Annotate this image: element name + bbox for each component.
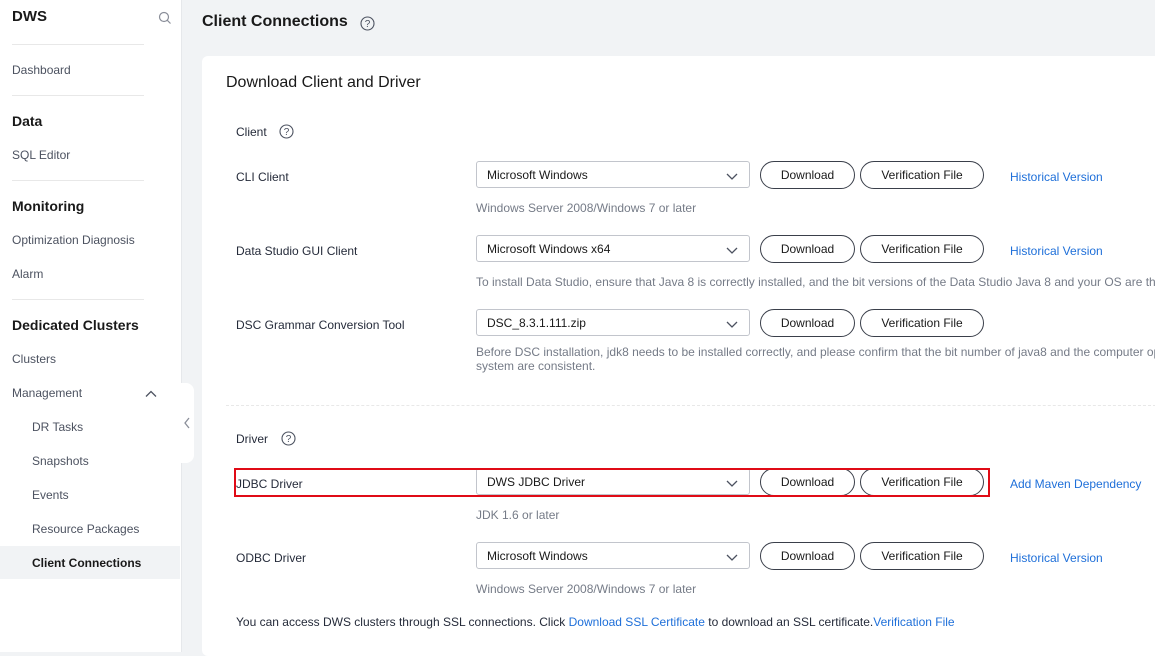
- ssl-verification-file-link[interactable]: Verification File: [873, 615, 954, 629]
- svg-text:?: ?: [365, 19, 371, 30]
- sidebar-item-events[interactable]: Events: [32, 488, 69, 502]
- data-studio-historical-version-link[interactable]: Historical Version: [1010, 244, 1103, 258]
- sidebar-collapse-handle[interactable]: [180, 383, 194, 463]
- dsc-verification-button[interactable]: Verification File: [860, 309, 984, 337]
- page-title: Client Connections: [202, 13, 348, 30]
- jdbc-add-maven-dependency-link[interactable]: Add Maven Dependency: [1010, 477, 1141, 491]
- odbc-download-button[interactable]: Download: [760, 542, 855, 570]
- divider: [12, 44, 144, 45]
- sidebar-item-resource-packages[interactable]: Resource Packages: [32, 522, 139, 536]
- chevron-down-icon: [726, 551, 738, 565]
- row-label-cli-client: CLI Client: [236, 170, 289, 184]
- dsc-hint-line2: system are consistent.: [476, 359, 596, 373]
- ssl-note: You can access DWS clusters through SSL …: [236, 615, 955, 629]
- sidebar-title: DWS: [12, 8, 47, 25]
- row-label-dsc-tool: DSC Grammar Conversion Tool: [236, 318, 405, 332]
- odbc-verification-button[interactable]: Verification File: [860, 542, 984, 570]
- sidebar-item-dashboard[interactable]: Dashboard: [12, 63, 71, 77]
- sidebar-item-management[interactable]: Management: [12, 386, 82, 400]
- cli-client-download-button[interactable]: Download: [760, 161, 855, 189]
- help-icon[interactable]: ?: [281, 431, 296, 449]
- section-label-client: Client: [236, 125, 267, 139]
- sidebar-header: DWS: [12, 8, 172, 28]
- row-label-odbc-driver: ODBC Driver: [236, 551, 307, 565]
- section-label-driver: Driver: [236, 432, 268, 446]
- sidebar-item-sql-editor[interactable]: SQL Editor: [12, 148, 70, 162]
- dsc-download-button[interactable]: Download: [760, 309, 855, 337]
- data-studio-verification-button[interactable]: Verification File: [860, 235, 984, 263]
- ssl-text-before: You can access DWS clusters through SSL …: [236, 615, 569, 629]
- highlight-box: [234, 468, 990, 497]
- cli-client-hint: Windows Server 2008/Windows 7 or later: [476, 201, 697, 215]
- sidebar-group-monitoring: Monitoring: [12, 198, 85, 214]
- sidebar-item-client-connections[interactable]: Client Connections: [32, 556, 141, 570]
- divider: [12, 180, 144, 181]
- sidebar-group-data: Data: [12, 113, 43, 129]
- search-icon[interactable]: [158, 11, 172, 25]
- jdbc-hint: JDK 1.6 or later: [476, 508, 560, 522]
- help-icon[interactable]: ?: [360, 16, 375, 34]
- odbc-historical-version-link[interactable]: Historical Version: [1010, 551, 1103, 565]
- dsc-hint-line1: Before DSC installation, jdk8 needs to b…: [476, 345, 1155, 359]
- row-label-jdbc-driver: JDBC Driver: [236, 477, 303, 491]
- svg-text:?: ?: [284, 127, 290, 138]
- data-studio-os-select[interactable]: Microsoft Windows x64: [476, 235, 750, 262]
- help-icon[interactable]: ?: [279, 124, 294, 142]
- select-value: Microsoft Windows: [487, 549, 588, 563]
- dsc-version-select[interactable]: DSC_8.3.1.111.zip: [476, 309, 750, 336]
- sidebar: DWS Dashboard Data SQL Editor Monitoring…: [0, 0, 182, 652]
- sidebar-item-clusters[interactable]: Clusters: [12, 352, 56, 366]
- chevron-down-icon: [726, 170, 738, 184]
- row-label-data-studio: Data Studio GUI Client: [236, 244, 358, 258]
- svg-text:?: ?: [286, 434, 292, 445]
- cli-client-os-select[interactable]: Microsoft Windows: [476, 161, 750, 188]
- data-studio-hint: To install Data Studio, ensure that Java…: [476, 275, 1155, 289]
- sidebar-item-dr-tasks[interactable]: DR Tasks: [32, 420, 83, 434]
- download-ssl-certificate-link[interactable]: Download SSL Certificate: [569, 615, 705, 629]
- chevron-up-icon[interactable]: [144, 387, 158, 401]
- odbc-os-select[interactable]: Microsoft Windows: [476, 542, 750, 569]
- select-value: DSC_8.3.1.111.zip: [487, 316, 586, 330]
- chevron-down-icon: [726, 318, 738, 332]
- divider: [12, 95, 144, 96]
- card-title: Download Client and Driver: [226, 74, 421, 91]
- select-value: Microsoft Windows: [487, 168, 588, 182]
- sidebar-item-alarm[interactable]: Alarm: [12, 267, 43, 281]
- select-value: Microsoft Windows x64: [487, 242, 611, 256]
- cli-client-historical-version-link[interactable]: Historical Version: [1010, 170, 1103, 184]
- chevron-left-icon: [184, 417, 190, 429]
- sidebar-item-optimization-diagnosis[interactable]: Optimization Diagnosis: [12, 233, 135, 247]
- ssl-text-after: to download an SSL certificate.: [704, 615, 874, 629]
- section-divider: [226, 405, 1155, 406]
- divider: [12, 299, 144, 300]
- sidebar-item-snapshots[interactable]: Snapshots: [32, 454, 89, 468]
- chevron-down-icon: [726, 244, 738, 258]
- sidebar-group-dedicated-clusters: Dedicated Clusters: [12, 317, 139, 333]
- odbc-hint: Windows Server 2008/Windows 7 or later: [476, 582, 697, 596]
- data-studio-download-button[interactable]: Download: [760, 235, 855, 263]
- cli-client-verification-button[interactable]: Verification File: [860, 161, 984, 189]
